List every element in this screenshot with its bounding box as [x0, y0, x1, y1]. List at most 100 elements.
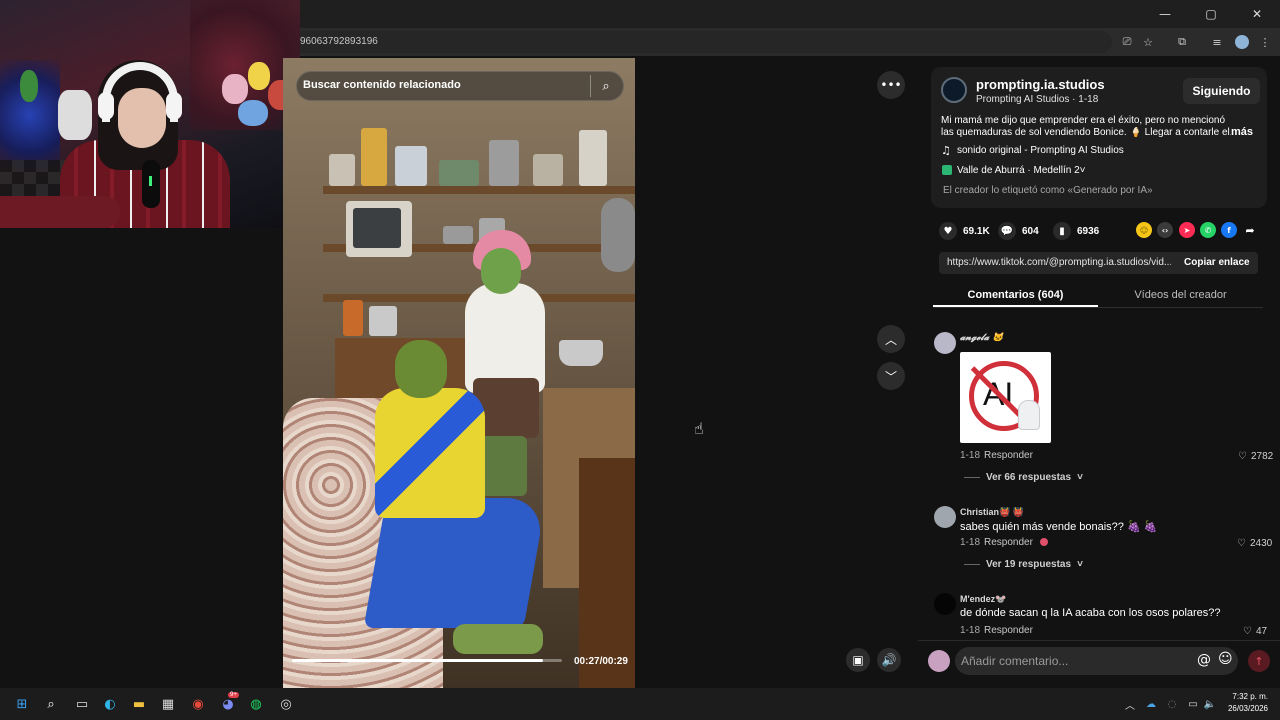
reply-button[interactable]: Responder [984, 625, 1033, 636]
search-icon[interactable]: ⌕ [598, 78, 614, 94]
coin-share-icon[interactable]: ☺ [1136, 222, 1152, 238]
restore-button[interactable]: ▢ [1188, 0, 1234, 28]
address-url[interactable]: 96063792893196 [300, 36, 378, 47]
mention-icon[interactable]: @ [1197, 652, 1211, 668]
video-player[interactable] [283, 58, 635, 688]
like-button[interactable]: ♥ 69.1K [939, 222, 990, 240]
browser-profile-avatar[interactable] [1235, 35, 1249, 49]
heart-outline-icon: ♡ [1238, 451, 1247, 462]
comment-date: 1-18 [960, 537, 981, 548]
taskbar-search-icon[interactable]: ⌕ [41, 694, 61, 714]
previous-video-icon[interactable]: ︿ [877, 325, 905, 353]
cast-icon[interactable]: ⎚ [1118, 33, 1136, 51]
polar-bear-icon [1018, 400, 1040, 430]
heart-outline-icon: ♡ [1237, 538, 1246, 549]
comment-like-count: 2430 [1249, 538, 1273, 549]
comment-input[interactable] [955, 647, 1238, 675]
share-arrow-icon[interactable]: ➦ [1242, 222, 1258, 238]
creator-subtitle: Prompting AI Studios · 1-18 [976, 94, 1099, 105]
facebook-icon[interactable]: f [1221, 222, 1237, 238]
heart-outline-icon: ♡ [1243, 626, 1252, 637]
save-button[interactable]: ▮ 6936 [1053, 222, 1099, 240]
related-search-label[interactable]: Buscar contenido relacionado [303, 79, 461, 91]
tab-comments[interactable]: Comentarios (604) [933, 283, 1098, 307]
window-controls: — ▢ ✕ [1142, 0, 1280, 28]
reply-button[interactable]: Responder [984, 450, 1033, 461]
tab-creator-videos[interactable]: Vídeos del creador [1098, 283, 1263, 307]
comment-author[interactable]: 𝓪𝓷𝓰𝓮𝓵𝓪 🐱 [960, 333, 1004, 343]
bookmark-icon: ▮ [1053, 222, 1071, 240]
browser-menu-icon[interactable]: ⋮ [1256, 33, 1274, 51]
share-link-text[interactable]: https://www.tiktok.com/@prompting.ia.stu… [947, 257, 1171, 268]
comment-like-button[interactable]: ♡ 2430 [1237, 538, 1272, 549]
ai-generated-label: El creador lo etiquetó como «Generado po… [943, 185, 1153, 196]
emoji-icon[interactable]: ☺ [1218, 651, 1233, 667]
tray-mic-icon[interactable]: ◌ [1162, 694, 1182, 714]
view-replies-label: Ver 19 respuestas [986, 559, 1072, 570]
comment-avatar[interactable] [934, 593, 956, 615]
post-comment-button[interactable]: ↑ [1248, 650, 1270, 672]
obs-icon[interactable]: ◎ [276, 694, 296, 714]
close-window-button[interactable]: ✕ [1234, 0, 1280, 28]
description-more-link[interactable]: más [1231, 126, 1253, 138]
speaker-icon[interactable]: 🔈 [1200, 694, 1220, 714]
file-explorer-icon[interactable]: ▬ [129, 694, 149, 714]
tray-chevron-icon[interactable]: ︿ [1120, 694, 1140, 714]
more-options-icon[interactable]: ••• [877, 71, 905, 99]
whatsapp-icon[interactable]: ✆ [1200, 222, 1216, 238]
comment-like-count: 2782 [1250, 451, 1274, 462]
comment-like-button[interactable]: ♡ 47 [1243, 626, 1267, 637]
comment-button[interactable]: 💬 604 [998, 222, 1039, 240]
minimize-button[interactable]: — [1142, 0, 1188, 28]
bookmark-star-icon[interactable]: ☆ [1139, 33, 1157, 51]
clock-date[interactable]: 26/03/2026 [1224, 704, 1268, 713]
current-user-avatar[interactable] [928, 650, 950, 672]
location-icon [942, 165, 952, 175]
next-video-icon[interactable]: ﹀ [877, 362, 905, 390]
comment-like-button[interactable]: ♡ 2782 [1238, 451, 1273, 462]
video-description-line-1: Mi mamá me dijo que emprender era el éxi… [941, 115, 1226, 126]
clock-time[interactable]: 7:32 p. m. [1228, 692, 1268, 701]
left-backdrop [0, 228, 283, 688]
embed-icon[interactable]: ‹› [1157, 222, 1173, 238]
comment-author[interactable]: Christian👹 👹 [960, 507, 1024, 518]
music-note-icon: ♫ [941, 144, 951, 157]
video-stage [635, 58, 918, 688]
chrome-browser-icon[interactable]: ◉ [188, 694, 208, 714]
volume-icon[interactable]: 🔊 [877, 648, 901, 672]
search-divider [590, 75, 591, 97]
creator-handle[interactable]: prompting.ia.studios [976, 77, 1105, 92]
discord-badge: 9+ [228, 692, 239, 698]
sound-link[interactable]: sonido original - Prompting AI Studios [957, 145, 1124, 156]
view-replies-label: Ver 66 respuestas [986, 472, 1072, 483]
copy-link-button[interactable]: Copiar enlace [1184, 257, 1250, 268]
view-replies-button[interactable]: Ver 19 respuestas ˅ [964, 559, 1083, 570]
comment-author[interactable]: M'endez🐭 [960, 594, 1006, 605]
edge-browser-icon[interactable]: ◐ [100, 694, 120, 714]
comment-bubble-icon: 💬 [998, 222, 1016, 240]
chevron-down-icon: ˅ [1077, 559, 1083, 570]
heart-icon: ♥ [939, 222, 957, 240]
following-button[interactable]: Siguiendo [1183, 78, 1260, 104]
picture-in-picture-icon[interactable]: ▣ [846, 648, 870, 672]
extensions-icon[interactable]: ⧉ [1173, 33, 1191, 51]
address-bar[interactable] [292, 31, 1112, 53]
comment-avatar[interactable] [934, 332, 956, 354]
creator-avatar[interactable] [941, 77, 967, 103]
windows-start-icon[interactable]: ⊞ [12, 694, 32, 714]
microsoft-store-icon[interactable]: ▦ [158, 694, 178, 714]
view-replies-button[interactable]: Ver 66 respuestas ˅ [964, 472, 1083, 483]
send-to-friend-icon[interactable]: ➤ [1179, 222, 1195, 238]
comment-avatar[interactable] [934, 506, 956, 528]
comment-text: de dónde sacan q la IA acaba con los oso… [960, 607, 1221, 619]
video-description-line-2: las quemaduras de sol vendiendo Bonice. … [941, 127, 1231, 138]
comment-date: 1-18 [960, 625, 981, 636]
spotify-icon[interactable]: ◍ [246, 694, 266, 714]
task-view-icon[interactable]: ▭ [72, 694, 92, 714]
tray-cloud-icon[interactable]: ☁ [1141, 694, 1161, 714]
save-count: 6936 [1077, 225, 1100, 237]
reply-button[interactable]: Responder [984, 537, 1033, 548]
media-queue-icon[interactable]: ≡ [1208, 33, 1226, 51]
comment-like-count: 47 [1255, 626, 1268, 637]
location-chip[interactable]: Valle de Aburrá · Medellín 2˅ [957, 165, 1086, 176]
